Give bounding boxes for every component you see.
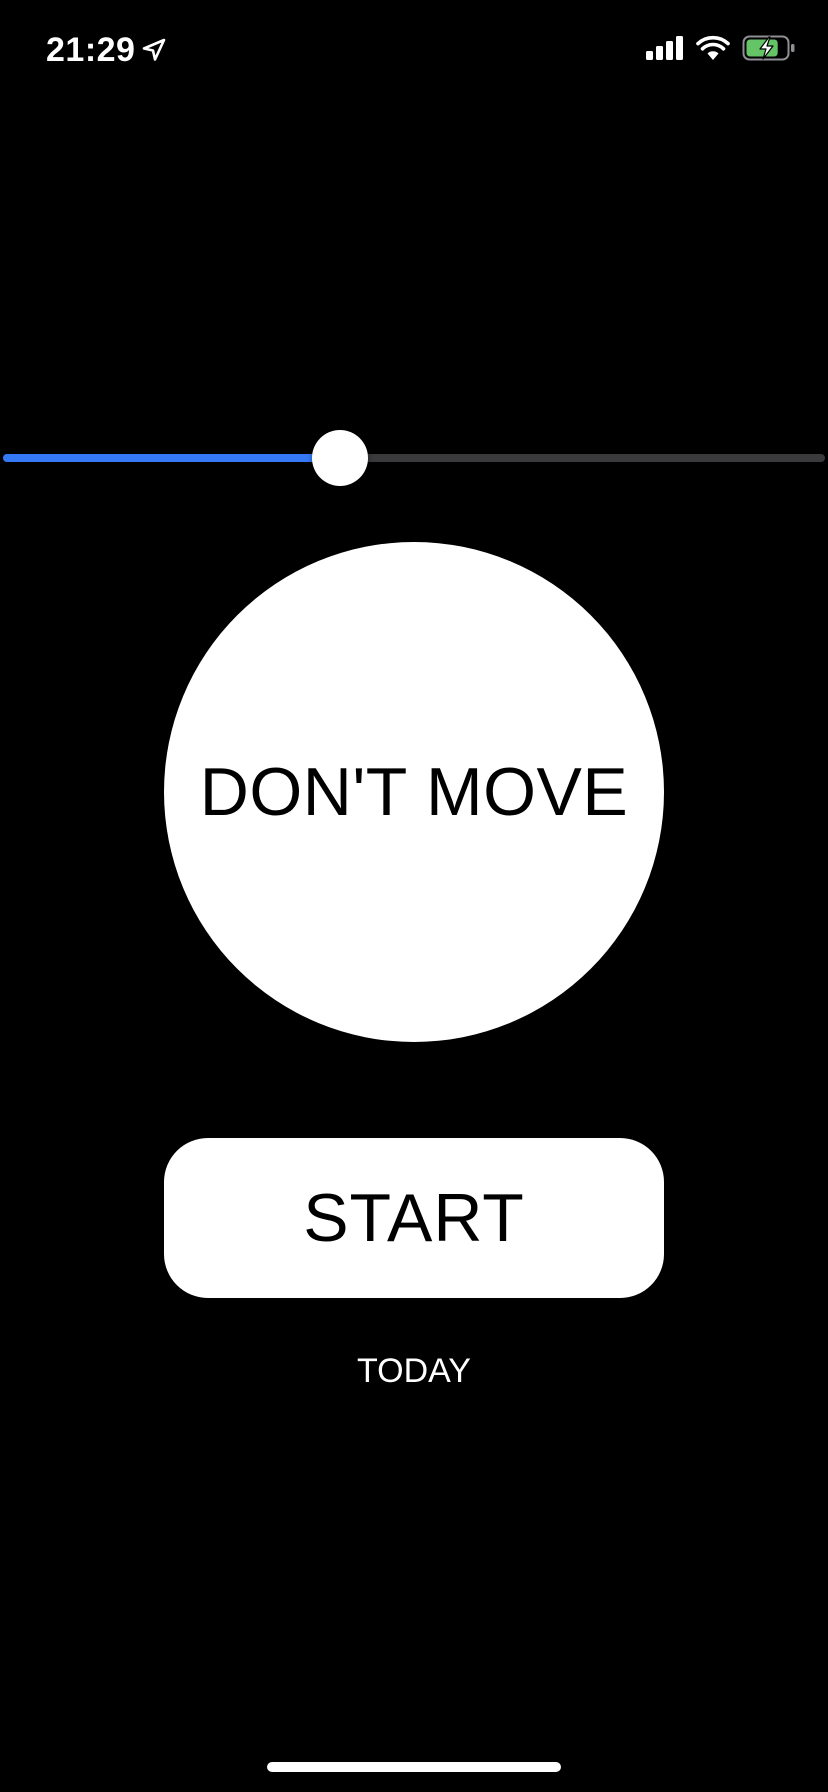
dont-move-label: DON'T MOVE <box>199 754 629 830</box>
cellular-signal-icon <box>646 35 684 65</box>
location-arrow-icon <box>141 37 167 63</box>
today-link[interactable]: TODAY <box>0 1352 828 1391</box>
home-indicator[interactable] <box>267 1762 561 1772</box>
status-time: 21:29 <box>46 30 136 69</box>
status-bar: 21:29 <box>0 0 828 100</box>
slider-fill <box>3 454 341 462</box>
status-time-group: 21:29 <box>46 28 167 72</box>
battery-charging-icon <box>742 35 796 66</box>
start-button-label: START <box>303 1180 525 1256</box>
dont-move-circle: DON'T MOVE <box>164 542 664 1042</box>
status-indicators <box>646 32 796 68</box>
slider-thumb[interactable] <box>312 430 369 486</box>
start-button[interactable]: START <box>164 1138 664 1298</box>
duration-slider[interactable] <box>0 428 828 488</box>
wifi-icon <box>696 35 730 66</box>
